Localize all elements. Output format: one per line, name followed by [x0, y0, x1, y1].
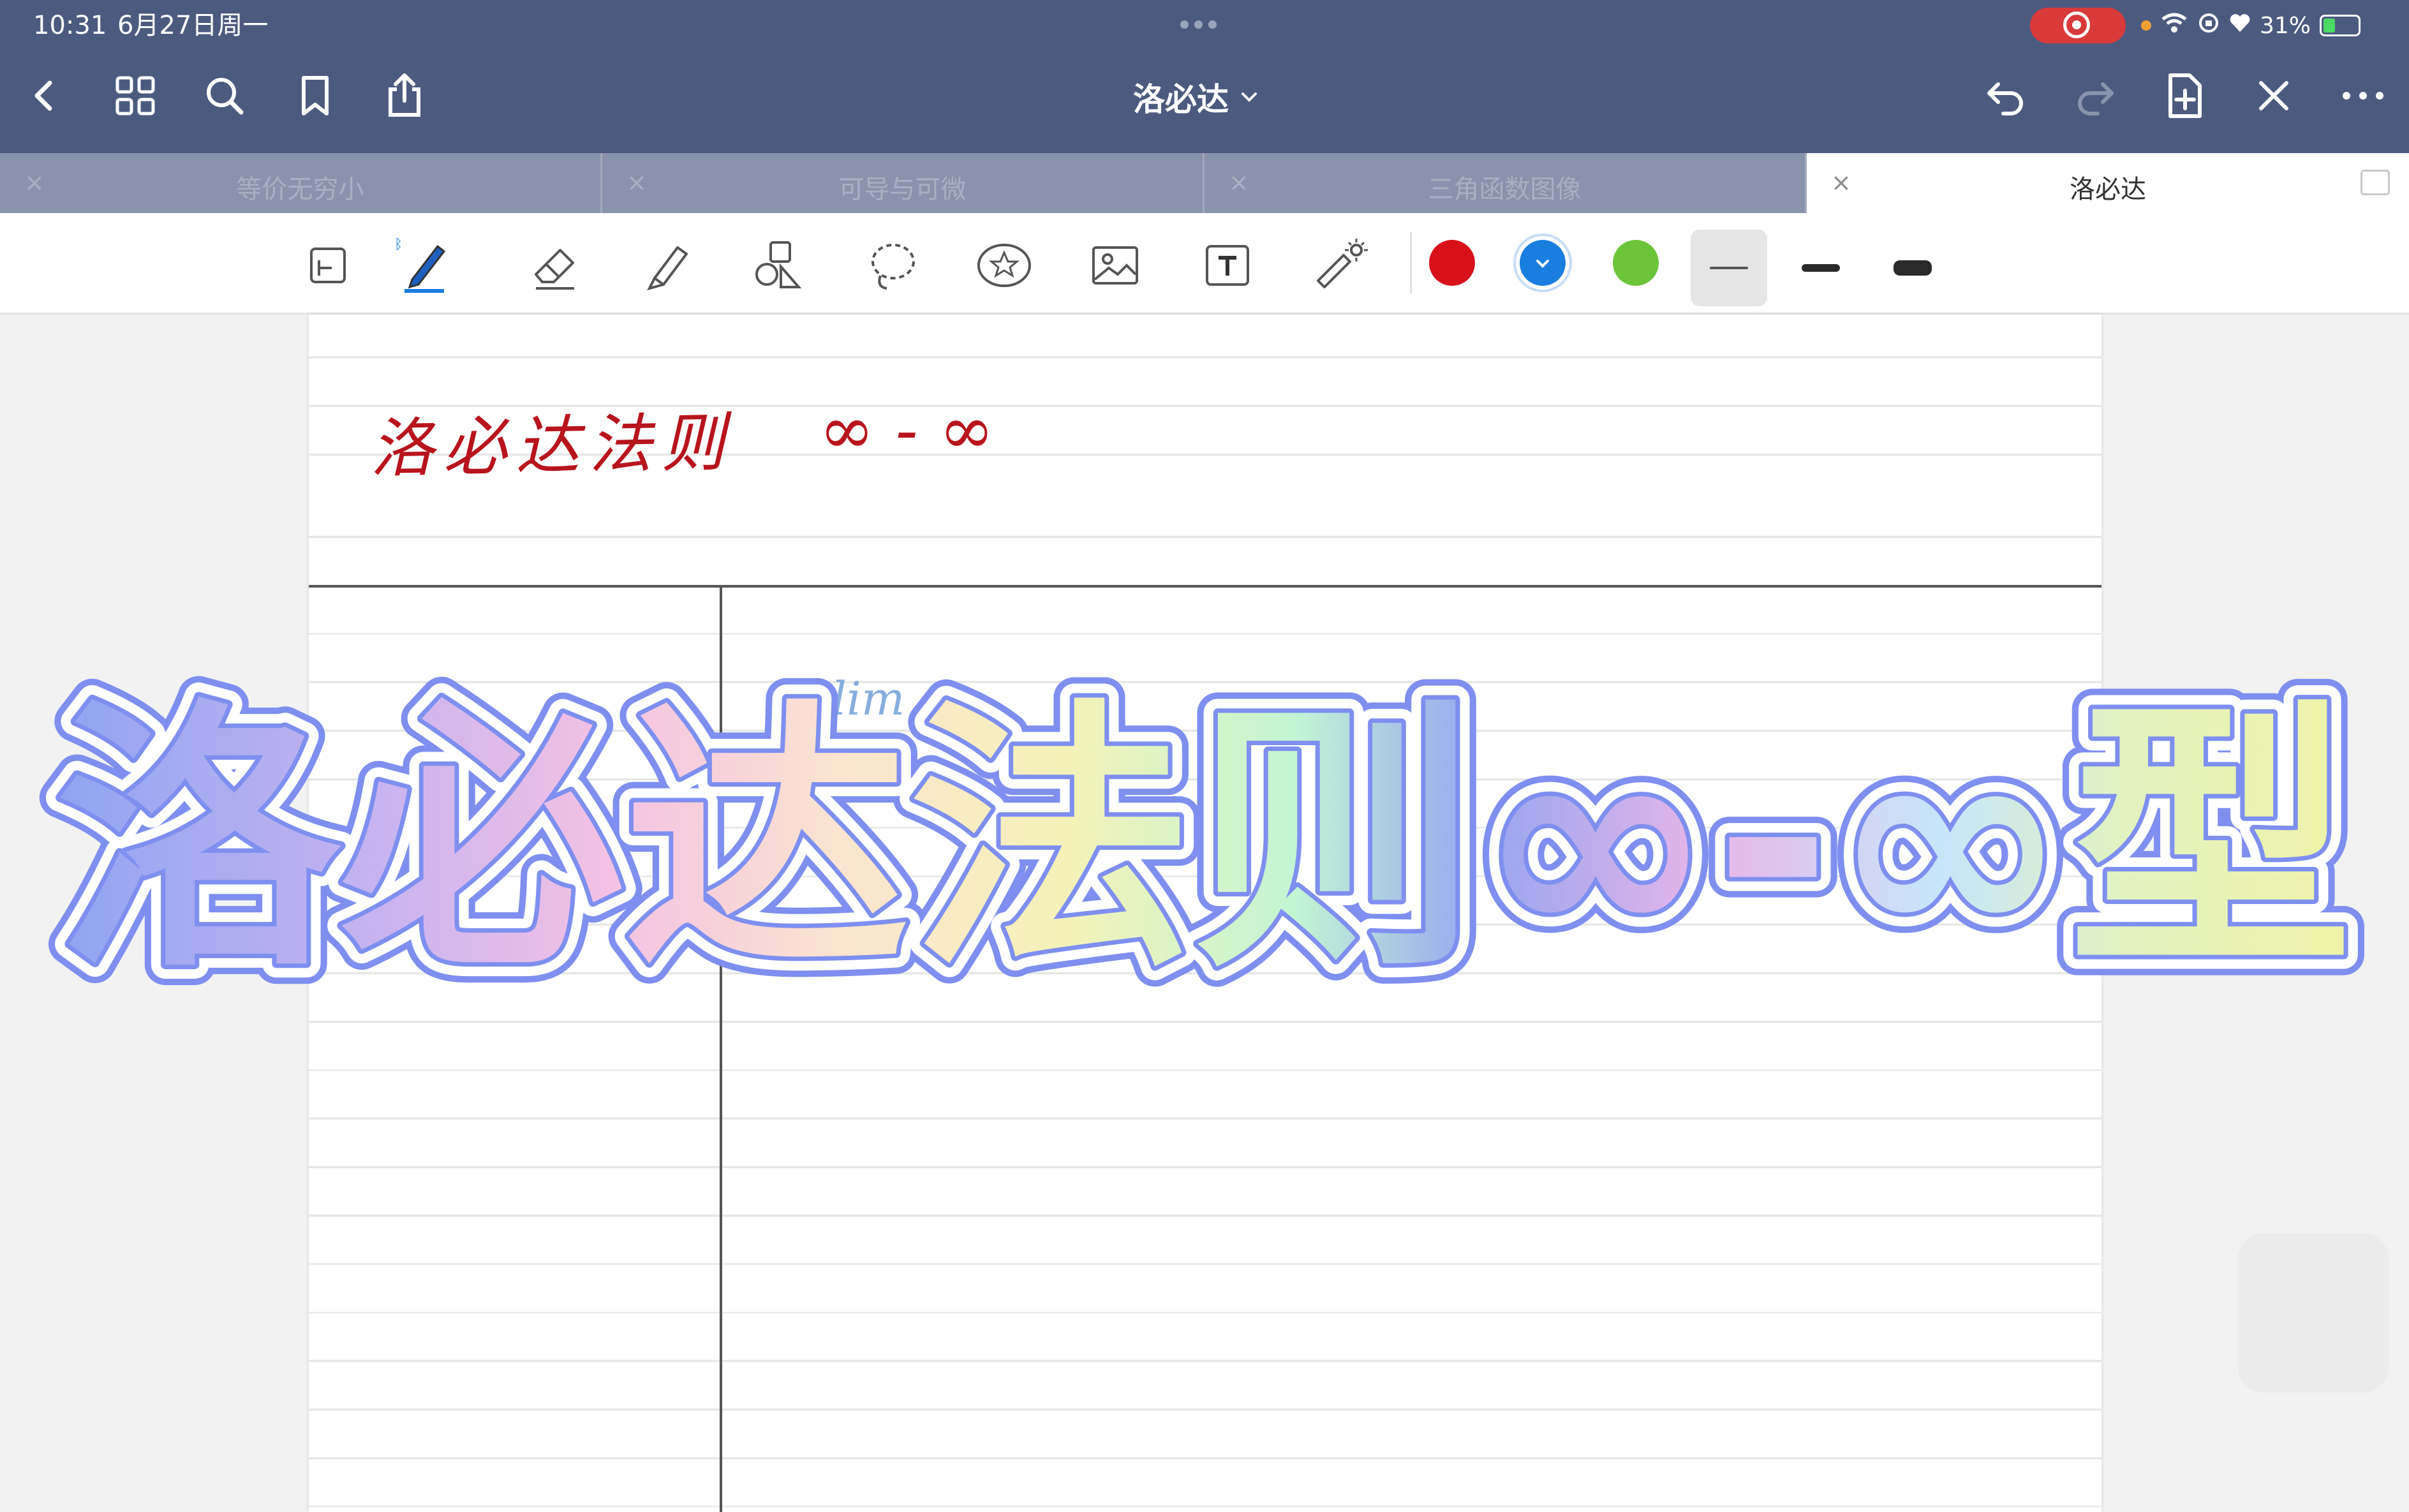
redo-icon[interactable]	[2071, 71, 2119, 120]
chevron-down-icon	[1536, 260, 1549, 268]
status-icons: 31%	[2141, 5, 2361, 46]
search-icon[interactable]	[200, 71, 249, 120]
pen-icon[interactable]: ᛒ	[393, 235, 454, 296]
tab-等价无穷小[interactable]: × 等价无穷小	[0, 153, 602, 213]
wifi-icon	[2160, 11, 2188, 40]
lasso-icon[interactable]	[861, 235, 923, 296]
svg-text:ᛒ: ᛒ	[394, 237, 403, 253]
status-date: 6月27日周一	[117, 11, 269, 40]
stroke-width-medium[interactable]	[1783, 230, 1859, 306]
heart-icon	[2229, 13, 2251, 39]
screen-recording-icon[interactable]	[2030, 8, 2126, 43]
orientation-lock-icon	[2197, 11, 2220, 40]
bookmark-icon[interactable]	[291, 71, 339, 120]
more-icon[interactable]	[2339, 71, 2387, 120]
handwritten-title: 洛必达法则	[369, 405, 735, 486]
close-icon[interactable]	[2250, 71, 2298, 120]
tab-label: 三角函数图像	[1428, 175, 1582, 204]
floating-side-button[interactable]	[2238, 1233, 2389, 1393]
image-icon[interactable]	[1085, 235, 1146, 296]
text-icon[interactable]	[1197, 235, 1258, 296]
banner-art: 洛必达法则∞-∞型 洛必达法则∞-∞型 洛必达法则∞-∞型 洛必达法则∞-∞型	[36, 657, 2373, 1025]
video-title-banner: 洛必达法则∞-∞型 洛必达法则∞-∞型 洛必达法则∞-∞型 洛必达法则∞-∞型	[0, 644, 2409, 1040]
page-layout-icon[interactable]	[297, 235, 359, 296]
multitasking-dots-icon[interactable]	[1180, 19, 1229, 29]
banner-fill-text: 洛必达法则∞-∞型	[56, 678, 2353, 1004]
grid-icon[interactable]	[111, 71, 159, 120]
toolbar-divider	[1410, 232, 1412, 293]
drawing-toolbar: ᛒ	[0, 213, 2409, 315]
document-title: 洛必达	[1133, 81, 1229, 118]
highlighter-icon[interactable]	[635, 235, 697, 296]
undo-icon[interactable]	[1982, 71, 2030, 120]
cornell-header-line	[309, 585, 2101, 588]
split-view-icon[interactable]	[2361, 170, 2390, 195]
back-icon[interactable]	[20, 71, 69, 120]
eraser-icon[interactable]	[523, 235, 584, 296]
color-swatch-blue[interactable]	[1520, 240, 1566, 286]
tab-label: 可导与可微	[838, 175, 967, 204]
laser-pointer-icon[interactable]	[1310, 235, 1372, 296]
document-tab-strip: × 等价无穷小 × 可导与可微 × 三角函数图像 × 洛必达	[0, 153, 2409, 213]
top-navigation-bar: 10:31 6月27日周一 31% 洛必达	[0, 0, 2409, 153]
battery-percentage: 31%	[2260, 12, 2311, 39]
tab-洛必达[interactable]: × 洛必达	[1807, 153, 2409, 213]
sticker-icon[interactable]	[974, 235, 1035, 296]
tab-label: 洛必达	[2070, 175, 2146, 204]
handwritten-formula: ∞ - ∞	[819, 391, 995, 469]
stroke-width-thin[interactable]	[1691, 230, 1767, 306]
add-page-icon[interactable]	[2160, 71, 2209, 120]
color-swatch-red[interactable]	[1429, 240, 1475, 286]
share-icon[interactable]	[380, 71, 429, 120]
status-time: 10:31	[33, 11, 107, 40]
shapes-icon[interactable]	[746, 235, 808, 296]
stroke-width-thick[interactable]	[1874, 230, 1951, 306]
tab-可导与可微[interactable]: × 可导与可微	[602, 153, 1204, 213]
tab-三角函数图像[interactable]: × 三角函数图像	[1204, 153, 1807, 213]
color-swatch-green[interactable]	[1613, 240, 1659, 286]
mic-indicator-icon	[2141, 20, 2151, 31]
battery-icon	[2320, 15, 2361, 36]
chevron-down-icon	[1242, 93, 1257, 102]
document-title-menu[interactable]: 洛必达	[1133, 74, 1258, 120]
tab-label: 等价无穷小	[236, 175, 364, 204]
